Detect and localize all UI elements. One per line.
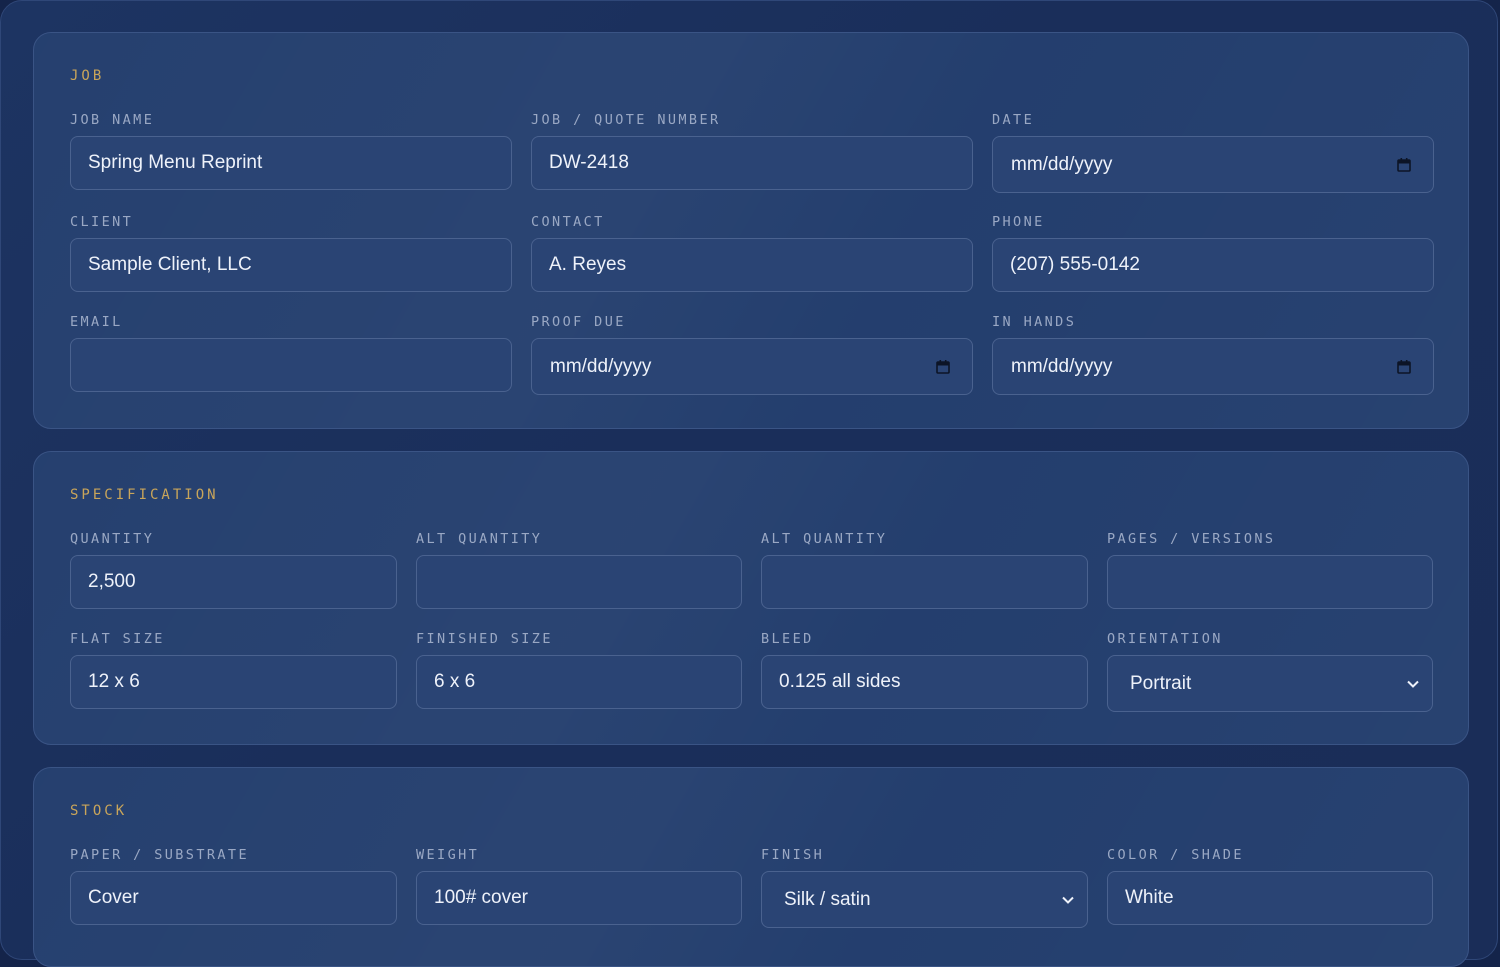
color-value: White — [1125, 887, 1174, 908]
email-label: EMAIL — [70, 314, 123, 330]
orientation-select[interactable]: Portrait — [1107, 655, 1433, 712]
quote-number-value: DW-2418 — [549, 152, 629, 173]
proof-due-value: mm/dd/yyyy — [550, 355, 652, 377]
quote-number-input[interactable]: DW-2418 — [531, 136, 973, 190]
finish-label: FINISH — [761, 847, 825, 863]
contact-input[interactable]: A. Reyes — [531, 238, 973, 292]
job-name-value: Spring Menu Reprint — [88, 152, 263, 173]
bleed-value: 0.125 all sides — [779, 671, 901, 692]
bleed-label: BLEED — [761, 631, 814, 647]
job-name-input[interactable]: Spring Menu Reprint — [70, 136, 512, 190]
weight-input[interactable]: 100# cover — [416, 871, 742, 925]
flat-size-label: FLAT SIZE — [70, 631, 165, 647]
pages-versions-label: PAGES / VERSIONS — [1107, 531, 1276, 547]
finished-size-input[interactable]: 6 x 6 — [416, 655, 742, 709]
client-label: CLIENT — [70, 214, 134, 230]
weight-value: 100# cover — [434, 887, 529, 908]
orientation-value: Portrait — [1130, 672, 1192, 694]
email-input[interactable] — [70, 338, 512, 392]
calendar-icon[interactable] — [936, 359, 950, 374]
in-hands-value: mm/dd/yyyy — [1011, 355, 1113, 377]
date-label: DATE — [992, 112, 1035, 128]
alt-quantity-1-label: ALT QUANTITY — [416, 531, 543, 547]
specification-section-title: SPECIFICATION — [70, 487, 219, 503]
proof-due-input[interactable]: mm/dd/yyyy — [531, 338, 973, 395]
flat-size-input[interactable]: 12 x 6 — [70, 655, 397, 709]
alt-quantity-1-input[interactable] — [416, 555, 742, 609]
quantity-value: 2,500 — [88, 571, 136, 592]
contact-value: A. Reyes — [549, 254, 627, 275]
contact-label: CONTACT — [531, 214, 605, 230]
quantity-label: QUANTITY — [70, 531, 155, 547]
client-value: Sample Client, LLC — [88, 254, 252, 275]
chevron-down-icon — [1062, 896, 1074, 904]
bleed-input[interactable]: 0.125 all sides — [761, 655, 1088, 709]
date-value: mm/dd/yyyy — [1011, 153, 1113, 175]
pages-versions-input[interactable] — [1107, 555, 1433, 609]
chevron-down-icon — [1407, 680, 1419, 688]
finish-select[interactable]: Silk / satin — [761, 871, 1088, 928]
job-section-title: JOB — [70, 68, 105, 84]
stock-section: STOCK PAPER / SUBSTRATE Cover WEIGHT 100… — [33, 767, 1469, 967]
specification-section: SPECIFICATION QUANTITY 2,500 ALT QUANTIT… — [33, 451, 1469, 745]
in-hands-input[interactable]: mm/dd/yyyy — [992, 338, 1434, 395]
paper-label: PAPER / SUBSTRATE — [70, 847, 249, 863]
alt-quantity-2-input[interactable] — [761, 555, 1088, 609]
in-hands-label: IN HANDS — [992, 314, 1077, 330]
finished-size-value: 6 x 6 — [434, 671, 476, 692]
color-label: COLOR / SHADE — [1107, 847, 1244, 863]
weight-label: WEIGHT — [416, 847, 480, 863]
job-name-label: JOB NAME — [70, 112, 155, 128]
client-input[interactable]: Sample Client, LLC — [70, 238, 512, 292]
quantity-input[interactable]: 2,500 — [70, 555, 397, 609]
form-frame: JOB JOB NAME Spring Menu Reprint JOB / Q… — [0, 0, 1498, 967]
date-input[interactable]: mm/dd/yyyy — [992, 136, 1434, 193]
flat-size-value: 12 x 6 — [88, 671, 140, 692]
orientation-label: ORIENTATION — [1107, 631, 1223, 647]
alt-quantity-2-label: ALT QUANTITY — [761, 531, 888, 547]
job-section: JOB JOB NAME Spring Menu Reprint JOB / Q… — [33, 32, 1469, 429]
quote-number-label: JOB / QUOTE NUMBER — [531, 112, 721, 128]
phone-value: (207) 555-0142 — [1010, 254, 1140, 275]
finished-size-label: FINISHED SIZE — [416, 631, 553, 647]
phone-input[interactable]: (207) 555-0142 — [992, 238, 1434, 292]
color-input[interactable]: White — [1107, 871, 1433, 925]
proof-due-label: PROOF DUE — [531, 314, 626, 330]
paper-input[interactable]: Cover — [70, 871, 397, 925]
calendar-icon[interactable] — [1397, 157, 1411, 172]
stock-section-title: STOCK — [70, 803, 128, 819]
paper-value: Cover — [88, 887, 139, 908]
calendar-icon[interactable] — [1397, 359, 1411, 374]
finish-value: Silk / satin — [784, 888, 871, 910]
phone-label: PHONE — [992, 214, 1045, 230]
